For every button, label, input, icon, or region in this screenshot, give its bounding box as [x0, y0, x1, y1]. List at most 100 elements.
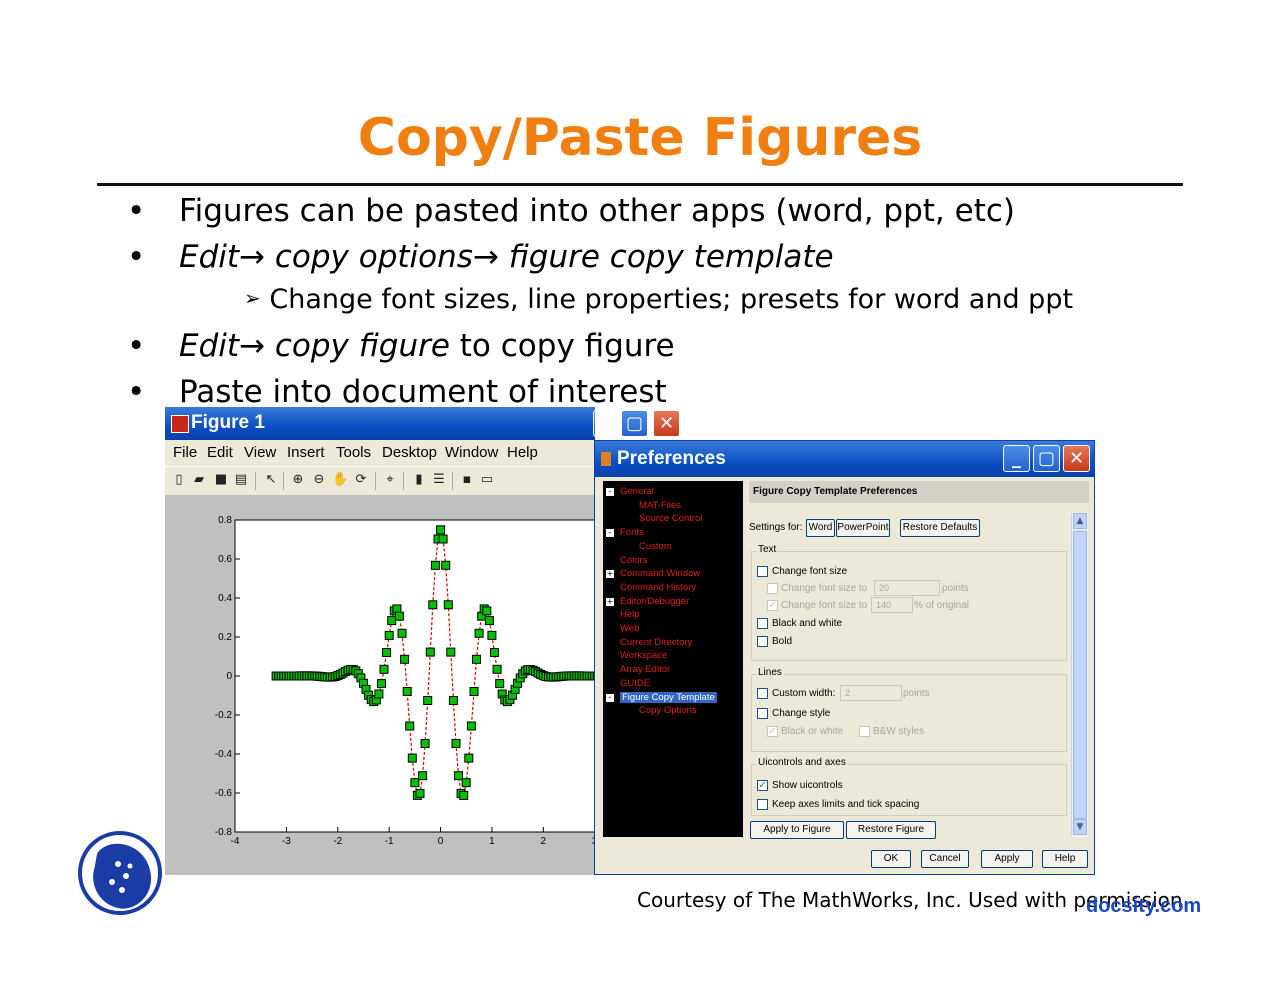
tree-expander-icon[interactable]: -	[606, 488, 614, 496]
zoom-in-icon[interactable]: ⊕	[290, 472, 306, 488]
black-or-white-radio[interactable]: ✓	[767, 726, 778, 737]
preferences-titlebar[interactable]: Preferences _ ▢ ✕	[595, 441, 1094, 477]
ok-button[interactable]: OK	[871, 850, 911, 868]
menu-insert[interactable]: Insert	[287, 444, 325, 461]
tree-expander-icon[interactable]: -	[606, 693, 614, 702]
bullet-text: Edit→ copy figure to copy figure	[179, 328, 675, 364]
y-tick-label: -0.2	[215, 710, 233, 721]
pref-minimize-button[interactable]: _	[1003, 445, 1030, 472]
tree-item[interactable]: MAT-Files	[639, 500, 681, 511]
pref-maximize-button[interactable]: ▢	[1033, 445, 1060, 472]
custom-width-checkbox[interactable]	[757, 688, 768, 699]
tree-item[interactable]: Source Control	[639, 513, 702, 524]
data-cursor-icon[interactable]: ⌖	[382, 472, 398, 488]
tree-item[interactable]: Figure Copy Template	[620, 691, 717, 703]
apply-to-figure-button[interactable]: Apply to Figure	[750, 821, 844, 839]
help-button[interactable]: Help	[1042, 850, 1088, 868]
new-file-icon[interactable]: ▯	[171, 472, 187, 488]
data-point	[454, 771, 463, 781]
menu-view[interactable]: View	[244, 444, 276, 461]
font-size-pct-field[interactable]: 140	[871, 597, 913, 613]
x-tick-label: 0	[438, 836, 444, 847]
vertical-scrollbar[interactable]: ▲ ▼	[1071, 513, 1088, 837]
data-point	[410, 778, 420, 788]
apply-button[interactable]: Apply	[981, 850, 1033, 868]
restore-figure-button[interactable]: Restore Figure	[846, 821, 936, 839]
minimize-button[interactable]: _	[593, 410, 595, 437]
data-point	[428, 600, 438, 610]
menu-file[interactable]: File	[173, 444, 197, 461]
tree-expander-icon[interactable]: +	[606, 597, 614, 606]
tree-item[interactable]: Current Directory	[620, 637, 692, 648]
data-point	[459, 790, 469, 800]
figure-close-button[interactable]: ✕	[653, 410, 680, 437]
tree-item[interactable]: Array Editor	[620, 664, 670, 675]
pref-close-button[interactable]: ✕	[1063, 445, 1090, 472]
tree-item[interactable]: General	[620, 486, 654, 497]
tree-item[interactable]: Help	[620, 609, 640, 620]
y-tick-label: 0.4	[218, 593, 232, 604]
hide-tools-icon[interactable]: ▪	[459, 472, 475, 488]
data-point	[466, 721, 476, 731]
save-icon[interactable]: ■	[213, 472, 229, 488]
bullet-text-plain: to copy figure	[449, 328, 675, 364]
pan-hand-icon[interactable]: ✋	[332, 472, 348, 488]
figure-window: Figure 1 _ File Edit View Insert Tools D…	[165, 407, 595, 875]
menu-desktop[interactable]: Desktop	[382, 444, 437, 461]
tree-item[interactable]: Editor/Debugger	[620, 596, 689, 607]
y-tick-label: 0.8	[218, 515, 232, 526]
word-button[interactable]: Word	[806, 519, 835, 537]
zoom-out-icon[interactable]: ⊖	[311, 472, 327, 488]
show-uicontrols-checkbox[interactable]: ✓	[757, 780, 768, 791]
tree-item[interactable]: Custom	[639, 541, 672, 552]
font-size-to-radio[interactable]	[767, 583, 778, 594]
tree-expander-icon[interactable]: -	[606, 529, 614, 538]
figure-titlebar[interactable]: Figure 1 _	[165, 407, 595, 440]
data-point	[490, 648, 499, 657]
tree-item[interactable]: Copy Options	[639, 705, 697, 716]
tree-item[interactable]: Web	[620, 623, 639, 634]
tree-item[interactable]: Command Window	[620, 568, 700, 579]
colorbar-icon[interactable]: ▮	[411, 472, 427, 488]
keep-axes-checkbox[interactable]	[757, 799, 768, 810]
data-point	[423, 696, 433, 705]
bold-checkbox[interactable]	[757, 636, 768, 647]
docsity-logo	[78, 831, 162, 915]
menu-tools[interactable]: Tools	[336, 444, 371, 461]
font-size-pct-radio[interactable]: ✓	[767, 600, 778, 611]
bw-styles-radio[interactable]	[859, 726, 870, 737]
open-folder-icon[interactable]: ▰	[191, 472, 207, 488]
custom-width-field[interactable]: 2	[840, 685, 902, 701]
tree-item[interactable]: Colors	[620, 555, 647, 566]
show-tools-icon[interactable]: ▭	[479, 472, 495, 488]
font-size-to-label: Change font size to	[781, 583, 868, 594]
change-style-checkbox[interactable]	[757, 708, 768, 719]
black-or-white-label: Black or white	[781, 726, 844, 737]
scroll-thumb[interactable]	[1073, 531, 1087, 819]
menu-help[interactable]: Help	[507, 444, 538, 461]
menu-edit[interactable]: Edit	[207, 444, 233, 461]
slide-title: Copy/Paste Figures	[357, 108, 923, 168]
maximize-button[interactable]: ▢	[621, 410, 648, 437]
custom-width-points-label: points	[903, 688, 930, 699]
print-icon[interactable]: ▤	[233, 472, 249, 488]
preferences-title: Preferences	[617, 448, 726, 469]
pointer-icon[interactable]: ↖	[263, 472, 279, 488]
scroll-down-icon[interactable]: ▼	[1073, 819, 1087, 835]
font-size-field[interactable]: 20	[874, 580, 940, 596]
tree-item[interactable]: GUIDE	[620, 678, 650, 689]
change-font-size-checkbox[interactable]	[757, 566, 768, 577]
legend-icon[interactable]: ☰	[431, 472, 447, 488]
black-white-checkbox[interactable]	[757, 618, 768, 629]
restore-defaults-button[interactable]: Restore Defaults	[900, 519, 980, 537]
tree-expander-icon[interactable]: +	[606, 570, 614, 579]
tree-item[interactable]: Workspace	[620, 650, 667, 661]
menu-window[interactable]: Window	[445, 444, 498, 461]
data-point	[397, 628, 407, 638]
cancel-button[interactable]: Cancel	[921, 850, 969, 868]
rotate-icon[interactable]: ⟳	[353, 472, 369, 488]
scroll-up-icon[interactable]: ▲	[1073, 513, 1087, 529]
tree-item[interactable]: Command History	[620, 582, 696, 593]
powerpoint-button[interactable]: PowerPoint	[836, 519, 890, 537]
tree-item[interactable]: Fonts	[620, 527, 644, 538]
